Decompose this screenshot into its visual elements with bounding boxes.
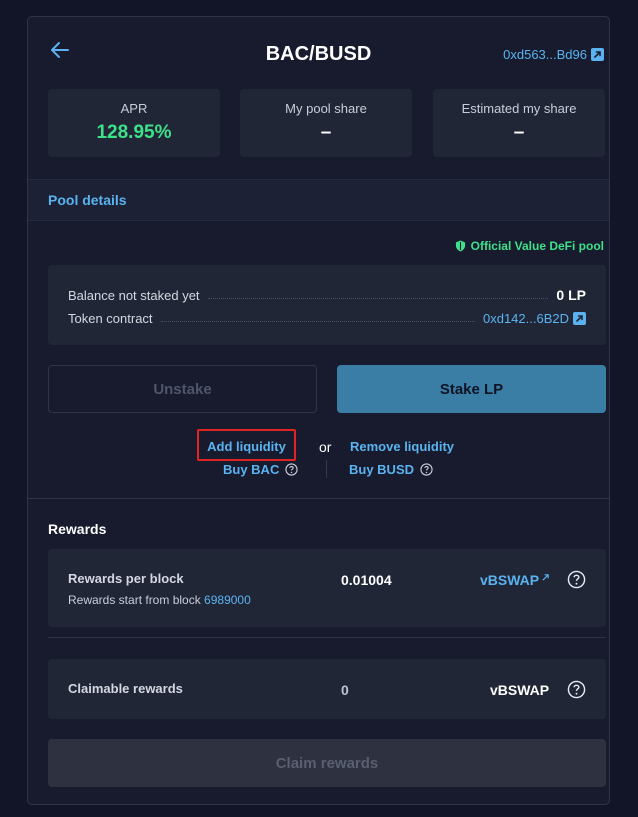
pair-address-text: 0xd563...Bd96 xyxy=(503,47,587,62)
apr-label: APR xyxy=(120,101,148,116)
apr-value: 128.95% xyxy=(96,122,172,143)
add-liquidity-link[interactable]: Add liquidity xyxy=(197,429,296,461)
rewards-per-block-value: 0.01004 xyxy=(341,572,392,588)
rewards-divider xyxy=(48,637,606,638)
buy-bac-link[interactable]: Buy BAC xyxy=(223,462,298,477)
rewards-start-label: Rewards start from block xyxy=(68,593,201,607)
rewards-start-text: Rewards start from block 6989000 xyxy=(68,593,251,607)
balance-label: Balance not staked yet xyxy=(68,287,200,303)
vbswap-token-link[interactable]: vBSWAP xyxy=(480,572,550,588)
official-badge: Official Value DeFi pool xyxy=(455,239,604,253)
claimable-token: vBSWAP xyxy=(490,682,549,698)
claim-rewards-button[interactable]: Claim rewards xyxy=(48,739,606,787)
pair-address-link[interactable]: 0xd563...Bd96 xyxy=(503,47,604,62)
stake-lp-button[interactable]: Stake LP xyxy=(337,365,606,413)
apr-card: APR 128.95% xyxy=(48,89,220,157)
unstake-button[interactable]: Unstake xyxy=(48,365,317,413)
estimated-share-card: Estimated my share – xyxy=(433,89,605,157)
vbswap-token-text: vBSWAP xyxy=(480,572,540,588)
balance-row: Balance not staked yet 0 LP xyxy=(68,286,586,304)
add-liquidity-text: Add liquidity xyxy=(207,439,286,454)
pool-info-box: Balance not staked yet 0 LP Token contra… xyxy=(48,265,606,345)
stats-row: APR 128.95% My pool share – Estimated my… xyxy=(48,89,606,159)
claimable-rewards-box: Claimable rewards 0 vBSWAP xyxy=(48,659,606,719)
arrow-up-right-icon xyxy=(542,574,549,581)
pool-panel: BAC/BUSD 0xd563...Bd96 APR 128.95% My po… xyxy=(27,16,610,805)
estimated-share-value: – xyxy=(513,122,525,143)
link-separator xyxy=(326,460,327,478)
token-contract-row: Token contract 0xd142...6B2D xyxy=(68,309,586,327)
pool-share-value: – xyxy=(320,122,332,143)
pool-details-header: Pool details xyxy=(28,179,609,221)
estimated-share-label: Estimated my share xyxy=(461,101,577,116)
help-icon[interactable] xyxy=(567,570,586,589)
buy-bac-text: Buy BAC xyxy=(223,462,280,477)
token-contract-label: Token contract xyxy=(68,310,153,326)
shield-icon xyxy=(455,240,465,252)
rewards-per-block-box: Rewards per block Rewards start from blo… xyxy=(48,549,606,627)
remove-liquidity-link[interactable]: Remove liquidity xyxy=(350,439,454,454)
pool-share-label: My pool share xyxy=(285,101,367,116)
rewards-title: Rewards xyxy=(48,521,107,537)
claimable-rewards-label: Claimable rewards xyxy=(68,681,183,696)
buy-busd-text: Buy BUSD xyxy=(349,462,415,477)
buy-links: Buy BAC Buy BUSD xyxy=(28,460,609,480)
liquidity-links: Add liquidity or Remove liquidity xyxy=(28,429,609,461)
external-link-icon xyxy=(573,311,586,325)
token-contract-link[interactable]: 0xd142...6B2D xyxy=(483,311,586,326)
external-link-icon xyxy=(591,48,604,61)
token-contract-value: 0xd142...6B2D xyxy=(482,310,569,326)
help-icon[interactable] xyxy=(420,463,433,476)
rewards-per-block-label: Rewards per block xyxy=(68,571,184,586)
rewards-start-block: 6989000 xyxy=(204,593,251,607)
balance-value: 0 LP xyxy=(556,287,586,303)
claimable-rewards-value: 0 xyxy=(341,682,349,698)
or-text: or xyxy=(319,439,332,455)
official-badge-text: Official Value DeFi pool xyxy=(470,239,604,253)
help-icon[interactable] xyxy=(285,463,298,476)
section-divider xyxy=(28,498,609,499)
claimable-token-text: vBSWAP xyxy=(490,682,550,698)
help-icon[interactable] xyxy=(567,680,586,699)
buy-busd-link[interactable]: Buy BUSD xyxy=(349,462,433,477)
pool-share-card: My pool share – xyxy=(240,89,412,157)
pool-details-title: Pool details xyxy=(48,192,127,208)
